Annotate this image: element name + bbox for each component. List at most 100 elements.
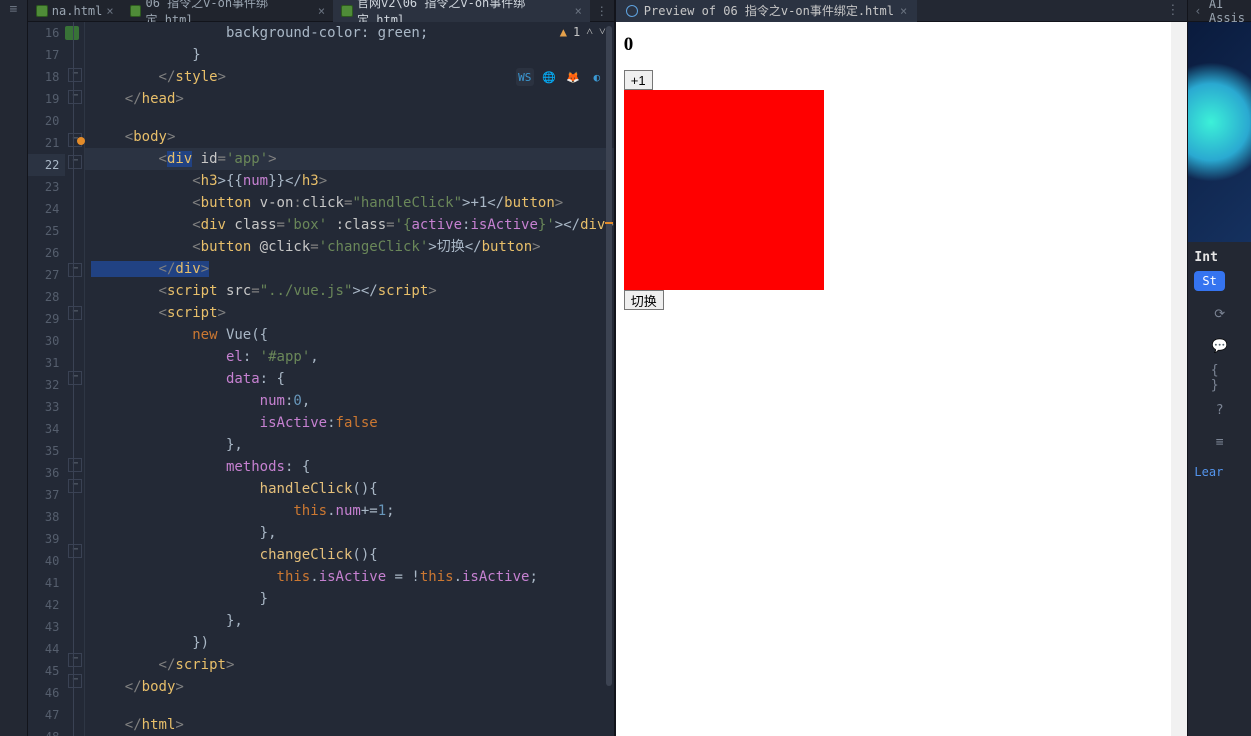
line-number[interactable]: 28 (28, 286, 66, 308)
preview-tabs: Preview of 06 指令之v-on事件绑定.html × ⋮ (616, 0, 1188, 22)
ai-start-button[interactable]: St (1194, 271, 1224, 291)
code-text: script (167, 283, 218, 299)
code-text: }) (91, 635, 209, 651)
code-text: : (327, 217, 344, 233)
line-number[interactable]: 26 (28, 242, 66, 264)
code-text: . (310, 569, 318, 585)
line-gutter[interactable]: 16 17 18 19 20 21 22 23 24 25 26 27 28 2… (28, 22, 66, 736)
preview-pane: Preview of 06 指令之v-on事件绑定.html × ⋮ 0 +1 … (616, 0, 1188, 736)
line-number[interactable]: 45 (28, 660, 66, 682)
line-number[interactable]: 37 (28, 484, 66, 506)
code-text: methods (91, 459, 285, 475)
line-number[interactable]: 31 (28, 352, 66, 374)
activity-bar[interactable]: ≡ (0, 0, 28, 736)
ai-hero-image (1188, 22, 1251, 242)
line-number[interactable]: 30 (28, 330, 66, 352)
code-text: div (201, 217, 226, 233)
code-text: script (167, 305, 218, 321)
line-number[interactable]: 18 (28, 66, 66, 88)
preview-toggle-button[interactable]: 切换 (624, 290, 664, 310)
code-text: : (243, 349, 260, 365)
tab-2[interactable]: 06 指令之v-on事件绑定.html× (122, 0, 334, 22)
code-text: 0 (293, 393, 301, 409)
line-number[interactable]: 40 (28, 550, 66, 572)
menu-icon[interactable]: ≡ (1211, 433, 1229, 451)
ai-feature-icons: ⟳ 💬 { } ? ≡ (1194, 305, 1245, 451)
ai-assistant-panel: ‹ AI Assis Int St ⟳ 💬 { } ? ≡ Lear (1187, 0, 1251, 736)
code-text: > (319, 173, 327, 189)
chat-icon[interactable]: 💬 (1211, 337, 1229, 355)
editor-scrollbar[interactable] (604, 22, 614, 692)
line-number[interactable]: 36 (28, 462, 66, 484)
tab-3[interactable]: 官网v2\06 指令之v-on事件绑定.html× (333, 0, 590, 22)
preview-heading: 0 (624, 34, 1180, 56)
line-number[interactable]: 44 (28, 638, 66, 660)
preview-tab[interactable]: Preview of 06 指令之v-on事件绑定.html × (616, 0, 917, 22)
inspection-widget[interactable]: ▲ 1 ˄ ˅ (560, 24, 606, 39)
firefox-icon[interactable]: 🦊 (564, 68, 582, 86)
code-text: this (91, 569, 310, 585)
code-text: = (277, 217, 285, 233)
code-text: = ! (386, 569, 420, 585)
line-number[interactable]: 39 (28, 528, 66, 550)
code-body[interactable]: background-color: green; } </style> </he… (85, 22, 614, 736)
line-number[interactable]: 25 (28, 220, 66, 242)
line-number[interactable]: 17 (28, 44, 66, 66)
code-text: button (201, 239, 252, 255)
line-number[interactable]: 16 (28, 22, 66, 44)
help-icon[interactable]: ? (1211, 401, 1229, 419)
line-number[interactable]: 43 (28, 616, 66, 638)
preview-body[interactable]: 0 +1 切换 (616, 22, 1188, 736)
code-area[interactable]: 16 17 18 19 20 21 22 23 24 25 26 27 28 2… (28, 22, 614, 736)
line-number[interactable]: 34 (28, 418, 66, 440)
code-text: false (336, 415, 378, 431)
ai-panel-title[interactable]: ‹ AI Assis (1188, 0, 1251, 22)
line-number[interactable]: 47 (28, 704, 66, 726)
line-number[interactable]: 41 (28, 572, 66, 594)
close-icon[interactable]: × (575, 4, 582, 18)
tab-1[interactable]: na.html× (28, 0, 122, 22)
code-text: new (91, 327, 226, 343)
tab-overflow-icon[interactable]: ⋮ (1158, 3, 1187, 18)
close-icon[interactable]: × (106, 4, 113, 18)
code-text: 'app' (226, 151, 268, 167)
line-number[interactable]: 24 (28, 198, 66, 220)
line-number[interactable]: 27 (28, 264, 66, 286)
line-number[interactable]: 21 (28, 132, 66, 154)
close-icon[interactable]: × (900, 4, 907, 18)
line-number[interactable]: 32 (28, 374, 66, 396)
refresh-icon[interactable]: ⟳ (1211, 305, 1229, 323)
code-text: style (175, 69, 217, 85)
line-number[interactable]: 29 (28, 308, 66, 330)
line-number[interactable]: 42 (28, 594, 66, 616)
tab-overflow-icon[interactable]: ⋮ (590, 4, 614, 18)
code-text: > (175, 717, 183, 733)
line-number[interactable]: 35 (28, 440, 66, 462)
line-number[interactable]: 46 (28, 682, 66, 704)
line-number[interactable]: 20 (28, 110, 66, 132)
code-text: num (336, 503, 361, 519)
webstorm-icon[interactable]: WS (516, 68, 534, 86)
line-number[interactable]: 38 (28, 506, 66, 528)
preview-plus1-button[interactable]: +1 (624, 70, 653, 90)
ai-learn-link[interactable]: Lear (1194, 465, 1245, 479)
code-text: div (167, 151, 192, 167)
chevron-left-icon[interactable]: ‹ (1194, 4, 1201, 18)
code-text: num (243, 173, 268, 189)
close-icon[interactable]: × (318, 4, 325, 18)
preview-scrollbar[interactable] (1171, 22, 1187, 736)
line-number[interactable]: 48 (28, 726, 66, 736)
chevron-up-icon[interactable]: ˄ (586, 24, 593, 39)
fold-gutter[interactable] (65, 22, 85, 736)
line-number[interactable]: 19 (28, 88, 66, 110)
preview-tab-label: Preview of 06 指令之v-on事件绑定.html (644, 2, 894, 19)
code-text: < (91, 239, 201, 255)
code-text: body (133, 129, 167, 145)
chrome-icon[interactable]: 🌐 (540, 68, 558, 86)
line-number[interactable]: 22 (28, 154, 66, 176)
menu-icon[interactable]: ≡ (0, 0, 27, 22)
braces-icon[interactable]: { } (1211, 369, 1229, 387)
code-text: this (91, 503, 327, 519)
line-number[interactable]: 23 (28, 176, 66, 198)
line-number[interactable]: 33 (28, 396, 66, 418)
